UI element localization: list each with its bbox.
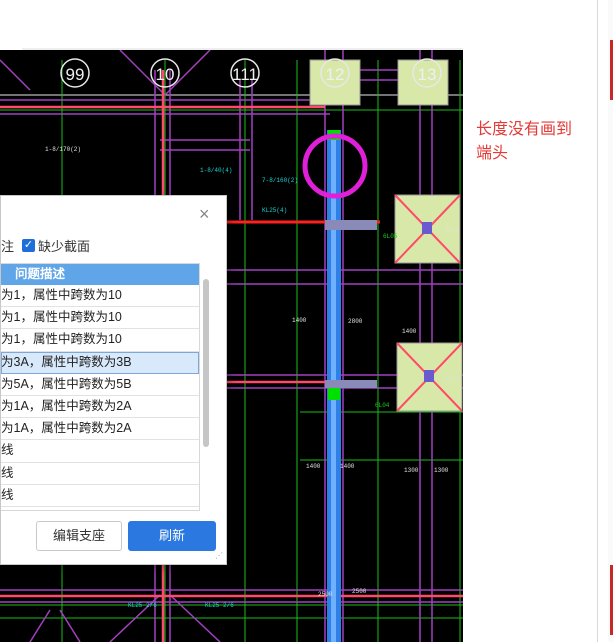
svg-text:2800: 2800 [348, 318, 363, 325]
refresh-button[interactable]: 刷新 [128, 521, 216, 551]
svg-text:JC-2: JC-2 [445, 227, 460, 234]
table-header: 问题描述 [1, 264, 199, 285]
svg-text:6L05: 6L05 [383, 233, 398, 240]
table-body: 为1，属性中跨数为10 为1，属性中跨数为10 为1，属性中跨数为10 为3A，属性中… [1, 285, 199, 511]
missing-section-checkbox[interactable]: ✓ [22, 239, 36, 252]
table-row[interactable]: 为5A，属性中跨数为5B [1, 374, 199, 396]
annotation-line-1: 长度没有画到 [476, 121, 573, 138]
grid-label-12: 12 [326, 65, 345, 84]
issue-check-dialog: × 注 ✓ 缺少截面 问题描述 为1，属性中跨数为10 为1，属性中跨数为10 为1… [0, 195, 227, 565]
grid-label-13: 13 [418, 65, 437, 84]
table-scrollbar-thumb[interactable] [203, 279, 209, 447]
svg-text:1-8/170(2): 1-8/170(2) [45, 146, 81, 153]
grid-label-111: 111 [232, 65, 258, 84]
svg-text:1400: 1400 [340, 463, 355, 470]
annotation-note: 长度没有画到 端头 [476, 118, 606, 166]
svg-text:2500: 2500 [352, 588, 367, 595]
table-row[interactable]: 线 [1, 507, 199, 511]
table-row[interactable]: 线 [1, 440, 199, 463]
svg-text:2500: 2500 [318, 591, 333, 598]
annotation-line-2: 端头 [476, 145, 509, 162]
missing-section-label: 缺少截面 [38, 239, 91, 254]
svg-text:KL25 2/6: KL25 2/6 [128, 602, 157, 609]
svg-text:6L04: 6L04 [375, 402, 390, 409]
close-icon[interactable]: × [199, 204, 210, 225]
svg-text:1400: 1400 [306, 463, 321, 470]
grid-label-99: 99 [66, 65, 85, 84]
svg-text:1300: 1300 [434, 467, 449, 474]
resize-grip-icon[interactable]: ⋰ [215, 551, 223, 560]
svg-text:1400: 1400 [292, 317, 307, 324]
svg-text:JC-1: JC-1 [445, 375, 460, 382]
svg-text:1400: 1400 [402, 328, 417, 335]
svg-text:KL25(4): KL25(4) [262, 207, 287, 214]
grid-label-10: 10 [156, 65, 175, 84]
table-row[interactable]: 为1，属性中跨数为10 [1, 285, 199, 308]
table-row[interactable]: 为3A，属性中跨数为3B [1, 351, 199, 374]
svg-text:1300: 1300 [404, 467, 419, 474]
table-row[interactable]: 为1，属性中跨数为10 [1, 307, 199, 330]
filter-bar: 注 ✓ 缺少截面 [1, 236, 90, 255]
issue-table: 问题描述 为1，属性中跨数为10 为1，属性中跨数为10 为1，属性中跨数为10 为3… [1, 263, 200, 511]
svg-text:1-8/40(4): 1-8/40(4) [200, 167, 232, 174]
panel-divider [597, 0, 598, 642]
table-row[interactable]: 线 [1, 463, 199, 485]
svg-text:KL25 2/6: KL25 2/6 [205, 602, 234, 609]
svg-text:7-8/160(2): 7-8/160(2) [262, 177, 298, 184]
table-row[interactable]: 为1A，属性中跨数为2A [1, 396, 199, 419]
edit-support-button[interactable]: 编辑支座 [36, 521, 122, 551]
filter-label: 注 [1, 239, 15, 254]
table-row[interactable]: 线 [1, 485, 199, 507]
table-row[interactable]: 为1，属性中跨数为10 [1, 329, 199, 352]
table-row[interactable]: 为1A，属性中跨数为2A [1, 418, 199, 441]
